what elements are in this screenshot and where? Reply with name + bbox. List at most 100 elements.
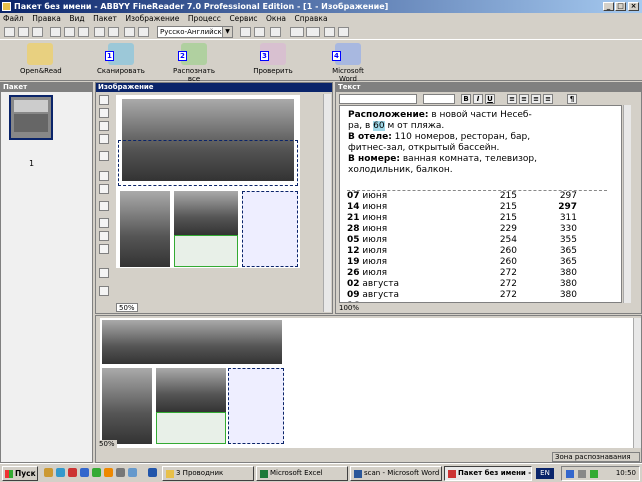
zoom-view xyxy=(100,318,635,448)
justify-icon[interactable]: ≡ xyxy=(543,94,553,104)
align-right-icon[interactable]: ≡ xyxy=(531,94,541,104)
menu-view[interactable]: Вид xyxy=(66,14,87,23)
open-read-button[interactable]: Open&Read xyxy=(20,43,62,75)
open-icon[interactable] xyxy=(18,27,29,37)
bold-icon[interactable]: B xyxy=(461,94,471,104)
rate-value-2: 355 xyxy=(559,235,577,245)
cut-area-icon[interactable] xyxy=(99,184,109,194)
check-label: Проверить xyxy=(253,67,293,75)
two-page-icon[interactable] xyxy=(306,27,320,37)
task-explorer[interactable]: 3 Проводник xyxy=(162,466,254,481)
rate-date: 05 июля xyxy=(347,235,387,245)
paste-icon[interactable] xyxy=(78,27,89,37)
menu-tools[interactable]: Сервис xyxy=(226,14,260,23)
quicklaunch-icon[interactable] xyxy=(148,468,157,477)
menu-edit[interactable]: Правка xyxy=(29,14,64,23)
network-icon[interactable] xyxy=(566,470,574,478)
rate-value-2: 380 xyxy=(559,268,577,278)
copy-icon[interactable] xyxy=(64,27,75,37)
boats-photo-zoom xyxy=(102,320,282,364)
layout-icon[interactable] xyxy=(270,27,281,37)
pilcrow-icon[interactable]: ¶ xyxy=(567,94,577,104)
text-zoom[interactable]: 100% xyxy=(337,304,362,313)
menu-image[interactable]: Изображение xyxy=(122,14,182,23)
minimize-button[interactable]: _ xyxy=(603,2,614,11)
word-button[interactable]: 4 Microsoft Word xyxy=(322,43,374,83)
rotate-icon[interactable] xyxy=(99,286,109,296)
scan-button[interactable]: 1 Сканировать xyxy=(95,43,147,75)
text-area[interactable] xyxy=(174,235,238,267)
quicklaunch-icon[interactable] xyxy=(56,468,65,477)
picture-area-icon[interactable] xyxy=(99,134,109,144)
cut-icon[interactable] xyxy=(50,27,61,37)
quicklaunch-icon[interactable] xyxy=(116,468,125,477)
hotel-photo-zoom xyxy=(102,368,152,444)
quicklaunch-icon[interactable] xyxy=(128,468,137,477)
scan-icon[interactable] xyxy=(124,27,135,37)
select-area-icon[interactable] xyxy=(99,95,109,105)
order-icon[interactable] xyxy=(99,218,109,228)
picture-area[interactable] xyxy=(118,140,298,186)
taskbar: Пуск 3 Проводник Microsoft Excel scan - … xyxy=(0,463,642,482)
task-word[interactable]: scan - Microsoft Word xyxy=(350,466,442,481)
font-size-select[interactable] xyxy=(423,94,455,104)
read-icon[interactable] xyxy=(138,27,149,37)
language-select[interactable]: Русско-Английский ▼ xyxy=(157,26,233,38)
find-icon[interactable] xyxy=(324,27,335,37)
eraser-icon[interactable] xyxy=(99,268,109,278)
undo-icon[interactable] xyxy=(94,27,105,37)
zoom-icon[interactable] xyxy=(240,27,251,37)
recognize-all-button[interactable]: 2 Распознать все xyxy=(168,43,220,83)
table-area[interactable] xyxy=(242,191,298,267)
step-number: 2 xyxy=(178,51,187,61)
quicklaunch-icon[interactable] xyxy=(68,468,77,477)
quicklaunch-icon[interactable] xyxy=(92,468,101,477)
tray-app-icon[interactable] xyxy=(590,470,598,478)
delete-area-icon[interactable] xyxy=(99,201,109,211)
table-area-icon[interactable] xyxy=(99,121,109,131)
image-scrollbar[interactable] xyxy=(323,94,331,312)
task-finereader[interactable]: Пакет без имени -... xyxy=(444,466,532,481)
start-button[interactable]: Пуск xyxy=(2,466,38,481)
check-button[interactable]: 3 Проверить xyxy=(250,43,296,75)
recognized-text[interactable]: Расположение: в новой части Несеб- ра, в… xyxy=(339,105,622,303)
page-view-icon[interactable] xyxy=(290,27,304,37)
text-scrollbar[interactable] xyxy=(623,105,631,303)
pointer-icon[interactable] xyxy=(99,151,109,161)
menu-help[interactable]: Справка xyxy=(292,14,331,23)
menu-windows[interactable]: Окна xyxy=(263,14,289,23)
rate-row: 09 августа 272 380 xyxy=(347,290,607,301)
detail-zoom[interactable]: 50% xyxy=(97,440,117,449)
text-area-icon[interactable] xyxy=(99,108,109,118)
new-icon[interactable] xyxy=(4,27,15,37)
align-left-icon[interactable]: ≡ xyxy=(507,94,517,104)
quicklaunch-icon[interactable] xyxy=(104,468,113,477)
rate-value-1: 215 xyxy=(499,202,517,212)
language-indicator[interactable]: EN xyxy=(536,468,554,479)
zoom-scrollbar[interactable] xyxy=(633,318,641,448)
align-center-icon[interactable]: ≡ xyxy=(519,94,529,104)
rate-row: 02 августа 272 380 xyxy=(347,279,607,290)
volume-icon[interactable] xyxy=(578,470,586,478)
quicklaunch-icon[interactable] xyxy=(44,468,53,477)
italic-icon[interactable]: I xyxy=(473,94,483,104)
style-select[interactable] xyxy=(339,94,417,104)
redo-icon[interactable] xyxy=(108,27,119,37)
close-button[interactable]: × xyxy=(628,2,639,11)
image-zoom[interactable]: 50% xyxy=(116,303,138,312)
save-icon[interactable] xyxy=(32,27,43,37)
fit-icon[interactable] xyxy=(254,27,265,37)
shrink-icon[interactable] xyxy=(99,244,109,254)
book-icon[interactable] xyxy=(338,27,349,37)
menu-process[interactable]: Процесс xyxy=(185,14,224,23)
quicklaunch-icon[interactable] xyxy=(80,468,89,477)
page-thumbnail[interactable] xyxy=(9,95,53,140)
underline-icon[interactable]: U xyxy=(485,94,495,104)
menu-batch[interactable]: Пакет xyxy=(90,14,120,23)
task-excel[interactable]: Microsoft Excel xyxy=(256,466,348,481)
expand-icon[interactable] xyxy=(99,231,109,241)
menu-file[interactable]: Файл xyxy=(0,14,27,23)
maximize-button[interactable]: □ xyxy=(615,2,626,11)
add-area-icon[interactable] xyxy=(99,171,109,181)
uncertain-char: 60 xyxy=(373,121,385,131)
